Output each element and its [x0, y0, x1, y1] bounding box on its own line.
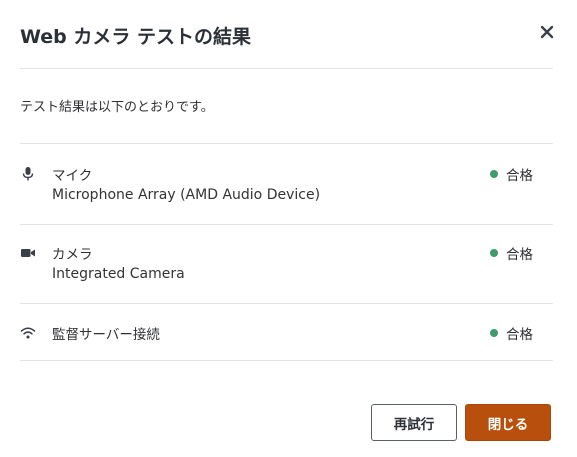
status-dot [490, 170, 498, 178]
header-divider [20, 68, 553, 69]
intro-text: テスト結果は以下のとおりです。 [20, 100, 214, 115]
close-button[interactable]: 閉じる [465, 404, 551, 441]
device-name: Integrated Camera [52, 266, 185, 282]
status-text: 合格 [506, 327, 533, 343]
close-icon[interactable] [539, 24, 555, 40]
status-badge: 合格 [490, 243, 533, 263]
result-label: 監督サーバー接続 [52, 327, 160, 343]
divider [20, 224, 553, 225]
status-text: 合格 [506, 168, 533, 184]
status-badge: 合格 [490, 323, 533, 343]
divider [20, 143, 553, 144]
result-label: カメラ [52, 247, 93, 263]
divider [20, 303, 553, 304]
retry-button[interactable]: 再試行 [371, 404, 457, 441]
status-badge: 合格 [490, 164, 533, 184]
webcam-test-result-dialog: Web カメラ テストの結果 テスト結果は以下のとおりです。 マイク Micro… [0, 0, 577, 457]
status-dot [490, 249, 498, 257]
status-dot [490, 329, 498, 337]
result-label: マイク [52, 168, 93, 184]
dialog-title: Web カメラ テストの結果 [20, 26, 251, 48]
device-name: Microphone Array (AMD Audio Device) [52, 187, 321, 203]
status-text: 合格 [506, 247, 533, 263]
divider [20, 360, 553, 361]
video-camera-icon [21, 249, 35, 257]
microphone-icon [22, 167, 34, 181]
wifi-icon [20, 327, 36, 339]
